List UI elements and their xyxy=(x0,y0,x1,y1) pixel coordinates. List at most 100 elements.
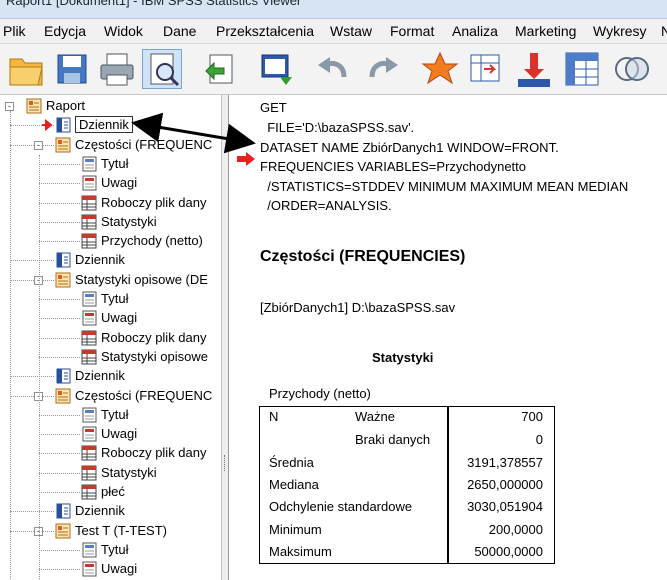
stat-sublabel: Ważne xyxy=(355,409,395,424)
outline-item-plec[interactable]: płeć xyxy=(0,483,221,502)
title-icon xyxy=(81,156,97,175)
tree-connector xyxy=(39,337,80,339)
outline-item-label: Tytuł xyxy=(101,406,129,422)
outline-item-tytul[interactable]: Tytuł xyxy=(0,155,221,174)
export-button[interactable] xyxy=(200,49,240,89)
book-icon xyxy=(26,98,42,117)
outline-item-statystyki-opisowe[interactable]: Statystyki opisowe xyxy=(0,348,221,367)
menu-marketing[interactable]: Marketing xyxy=(515,23,576,39)
outline-item-label: Dziennik xyxy=(75,368,125,384)
menu-analiza[interactable]: Analiza xyxy=(452,23,498,39)
collapse-toggle[interactable]: - xyxy=(5,102,14,111)
outline-item-label: Uwagi xyxy=(101,310,138,326)
tree-connector xyxy=(39,318,80,320)
outline-item-dziennik[interactable]: Dziennik xyxy=(0,116,221,135)
tree-connector xyxy=(10,260,54,262)
redo-button[interactable] xyxy=(362,49,402,89)
print-button[interactable] xyxy=(97,49,137,89)
outline-item-dziennik[interactable]: Dziennik xyxy=(0,251,221,270)
current-item-marker-icon xyxy=(42,119,54,134)
log-icon xyxy=(55,503,71,522)
outline-item-label: Dziennik xyxy=(75,116,133,134)
outline-item-statystyki[interactable]: Statystyki xyxy=(0,213,221,232)
save-button[interactable] xyxy=(52,49,92,89)
menu-przeksztalcenia[interactable]: Przekształcenia xyxy=(216,23,314,39)
log-icon xyxy=(55,252,71,271)
venn-button[interactable] xyxy=(612,49,652,89)
designate-window-button[interactable] xyxy=(420,49,460,89)
log-icon xyxy=(55,368,71,387)
go-to-data-button[interactable] xyxy=(256,49,296,89)
tree-connector xyxy=(39,299,80,300)
tree-connector xyxy=(39,569,80,571)
outline-item-uwagi[interactable]: Uwagi xyxy=(0,425,221,444)
window-title: Raport1 [Dokument1] - IBM SPSS Statistic… xyxy=(6,0,302,8)
outline-item-label: płeć xyxy=(101,484,125,499)
outline-item-label: Uwagi xyxy=(101,426,138,442)
outline-item-label: Tytuł xyxy=(101,541,129,557)
menu-format[interactable]: Format xyxy=(390,23,434,39)
collapse-toggle[interactable]: - xyxy=(34,140,43,150)
menu-edycja[interactable]: Edycja xyxy=(44,23,86,39)
insert-variable-button[interactable] xyxy=(514,49,554,89)
menu-wstaw[interactable]: Wstaw xyxy=(330,23,372,39)
outline-item-czestosci-frequenc[interactable]: - Częstości (FREQUENC xyxy=(0,387,221,406)
goto-case-button[interactable] xyxy=(466,49,506,89)
outline-item-tytul[interactable]: Tytuł xyxy=(0,541,221,560)
menu-widok[interactable]: Widok xyxy=(104,23,143,39)
splitter-grip[interactable] xyxy=(224,455,227,471)
stat-sublabel: Braki danych xyxy=(355,432,431,447)
tree-connector xyxy=(39,163,80,165)
pane-splitter[interactable] xyxy=(221,95,229,580)
outline-item-statystyki[interactable]: Statystyki xyxy=(0,464,221,483)
outline-item-label: Częstości (FREQUENC xyxy=(75,387,213,403)
outline-item-uwagi[interactable]: Uwagi xyxy=(0,560,221,579)
outline-item-tytul[interactable]: Tytuł xyxy=(0,406,221,425)
menu-n[interactable]: N xyxy=(661,23,667,39)
notes-icon xyxy=(81,175,97,194)
table-icon xyxy=(81,465,97,484)
outline-item-roboczy-plik-dany[interactable]: Roboczy plik dany xyxy=(0,329,221,348)
undo-button[interactable] xyxy=(314,49,354,89)
menu-dane[interactable]: Dane xyxy=(163,23,196,39)
tree-connector xyxy=(10,376,54,378)
pivot-table-button[interactable] xyxy=(562,49,602,89)
outline-item-tytul[interactable]: Tytuł xyxy=(0,290,221,309)
open-folder-button[interactable] xyxy=(6,49,46,89)
tree-connector xyxy=(10,395,54,397)
syntax-line: FILE='D:\bazaSPSS.sav'. xyxy=(260,120,415,135)
outline-item-dziennik[interactable]: Dziennik xyxy=(0,502,221,521)
outline-item-dziennik[interactable]: Dziennik xyxy=(0,367,221,386)
go-to-data-icon xyxy=(261,54,292,85)
log-icon xyxy=(55,117,71,136)
goto-case-icon xyxy=(470,54,500,82)
syntax-line: FREQUENCIES VARIABLES=Przychodynetto xyxy=(260,159,526,174)
undo-icon xyxy=(318,57,347,78)
notes-icon xyxy=(81,561,97,580)
outline-item-czestosci-frequenc[interactable]: - Częstości (FREQUENC xyxy=(0,136,221,155)
book-icon xyxy=(55,272,71,291)
outline-item-test-t-t-test[interactable]: - Test T (T-TEST) xyxy=(0,522,221,541)
menu-plik[interactable]: Plik xyxy=(3,23,26,39)
stat-value: 3191,378557 xyxy=(467,455,543,470)
table-icon xyxy=(81,484,97,503)
title-icon xyxy=(81,407,97,426)
statistics-table[interactable]: N Ważne 700 Braki danych 0 Średnia 3191,378557… xyxy=(259,406,555,564)
outline-item-roboczy-plik-dany[interactable]: Roboczy plik dany xyxy=(0,444,221,463)
tree-connector xyxy=(39,453,80,455)
outline-item-label: Dziennik xyxy=(75,252,125,268)
menu-bar: Plik Edycja Widok Dane Przekształcenia Wstaw F… xyxy=(0,19,667,44)
outline-item-label: Statystyki opisowe xyxy=(101,348,208,364)
outline-item-uwagi[interactable]: Uwagi xyxy=(0,174,221,193)
outline-item-roboczy-plik-dany[interactable]: Roboczy plik dany xyxy=(0,194,221,213)
menu-wykresy[interactable]: Wykresy xyxy=(593,23,647,39)
outline-item-label: Raport xyxy=(46,98,86,113)
print-preview-button[interactable] xyxy=(142,49,182,89)
tree-connector xyxy=(39,183,80,185)
outline-item-statystyki-opisowe-de[interactable]: - Statystyki opisowe (DE xyxy=(0,271,221,290)
outline-item-raport[interactable]: - Raport xyxy=(0,97,221,116)
outline-item-uwagi[interactable]: Uwagi xyxy=(0,309,221,328)
outline-item-przychody-netto[interactable]: Przychody (netto) xyxy=(0,232,221,251)
outline-item-label: Test T (T-TEST) xyxy=(75,522,167,538)
toolbar xyxy=(0,44,667,95)
